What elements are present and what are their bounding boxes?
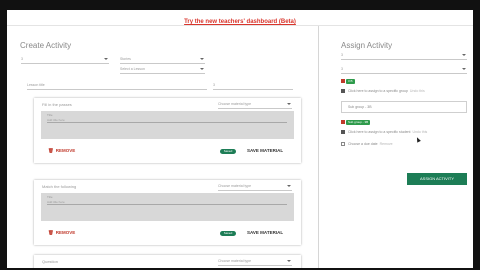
chevron-down-icon — [200, 58, 204, 60]
chevron-down-icon — [287, 185, 291, 187]
top-banner: Try the new teachers' dashboard (Beta) — [7, 10, 473, 25]
category-select[interactable]: Stories — [120, 56, 205, 64]
checkbox-icon — [341, 130, 345, 135]
remove-button[interactable]: 🗑 REMOVE — [48, 230, 75, 236]
assign-class-select[interactable]: 3 — [341, 52, 467, 60]
checkbox-checked[interactable] — [341, 79, 345, 83]
save-material-button[interactable]: SAVE MATERIAL — [247, 148, 283, 153]
chevron-down-icon — [287, 260, 291, 262]
lesson-title-input[interactable]: Lesson title — [27, 82, 207, 90]
class-select[interactable]: 3 — [21, 56, 109, 64]
checkbox-checked[interactable] — [341, 120, 345, 124]
chevron-down-icon — [200, 68, 204, 70]
assign-student-row[interactable]: Click here to assign to a specific stude… — [341, 130, 427, 135]
chevron-down-icon — [462, 68, 466, 70]
material-type-select[interactable]: Choose material type — [218, 183, 292, 191]
material-edit-area[interactable]: Title Add title here — [41, 111, 294, 139]
checkbox-icon — [341, 142, 345, 147]
number-input[interactable]: 3 — [213, 82, 293, 90]
assign-section-select[interactable]: 3 — [341, 66, 467, 74]
create-activity-title: Create Activity — [20, 41, 72, 50]
saved-badge: Saved — [220, 149, 236, 154]
material-type-select[interactable]: Choose material type — [218, 101, 292, 109]
saved-badge: Saved — [220, 231, 236, 236]
chevron-down-icon — [462, 54, 466, 56]
group-tag: Sub group - 3B — [346, 120, 371, 125]
save-material-button[interactable]: SAVE MATERIAL — [247, 230, 283, 235]
chevron-down-icon — [287, 103, 291, 105]
due-date-row[interactable]: Choose a due date Remove — [341, 142, 393, 147]
chevron-down-icon — [104, 58, 108, 60]
app-window: Try the new teachers' dashboard (Beta) C… — [7, 10, 473, 268]
material-card: Match the following Choose material type… — [34, 180, 301, 245]
material-title: Match the following — [42, 184, 77, 189]
checkbox-icon — [341, 89, 345, 94]
assign-activity-button[interactable]: ASSIGN ACTIVITY — [407, 173, 467, 185]
group-select[interactable]: Sub group - 3B — [341, 101, 467, 113]
material-card: Fill in the passes Choose material type … — [34, 98, 301, 163]
material-type-select[interactable]: Choose material type — [218, 258, 292, 266]
class-tag: 3 B — [346, 79, 355, 84]
assign-activity-panel: Assign Activity 3 3 3 B Click here to as… — [318, 26, 473, 268]
top-black-bar — [0, 0, 480, 10]
material-edit-area[interactable]: Title Add title here — [41, 193, 294, 221]
trash-icon: 🗑 — [48, 230, 54, 235]
assign-activity-title: Assign Activity — [341, 41, 393, 50]
assign-group-row[interactable]: Click here to assign to a specific group… — [341, 89, 425, 94]
material-title: Question — [42, 259, 59, 264]
remove-button[interactable]: 🗑 REMOVE — [48, 148, 75, 154]
mouse-cursor-icon — [415, 136, 421, 143]
trash-icon: 🗑 — [48, 148, 54, 153]
create-activity-panel: Create Activity 3 Stories Select a Lesso… — [7, 26, 317, 268]
material-title: Fill in the passes — [42, 102, 72, 107]
material-card: Question Choose material type — [34, 255, 301, 268]
lesson-select[interactable]: Select a Lesson — [120, 66, 205, 74]
